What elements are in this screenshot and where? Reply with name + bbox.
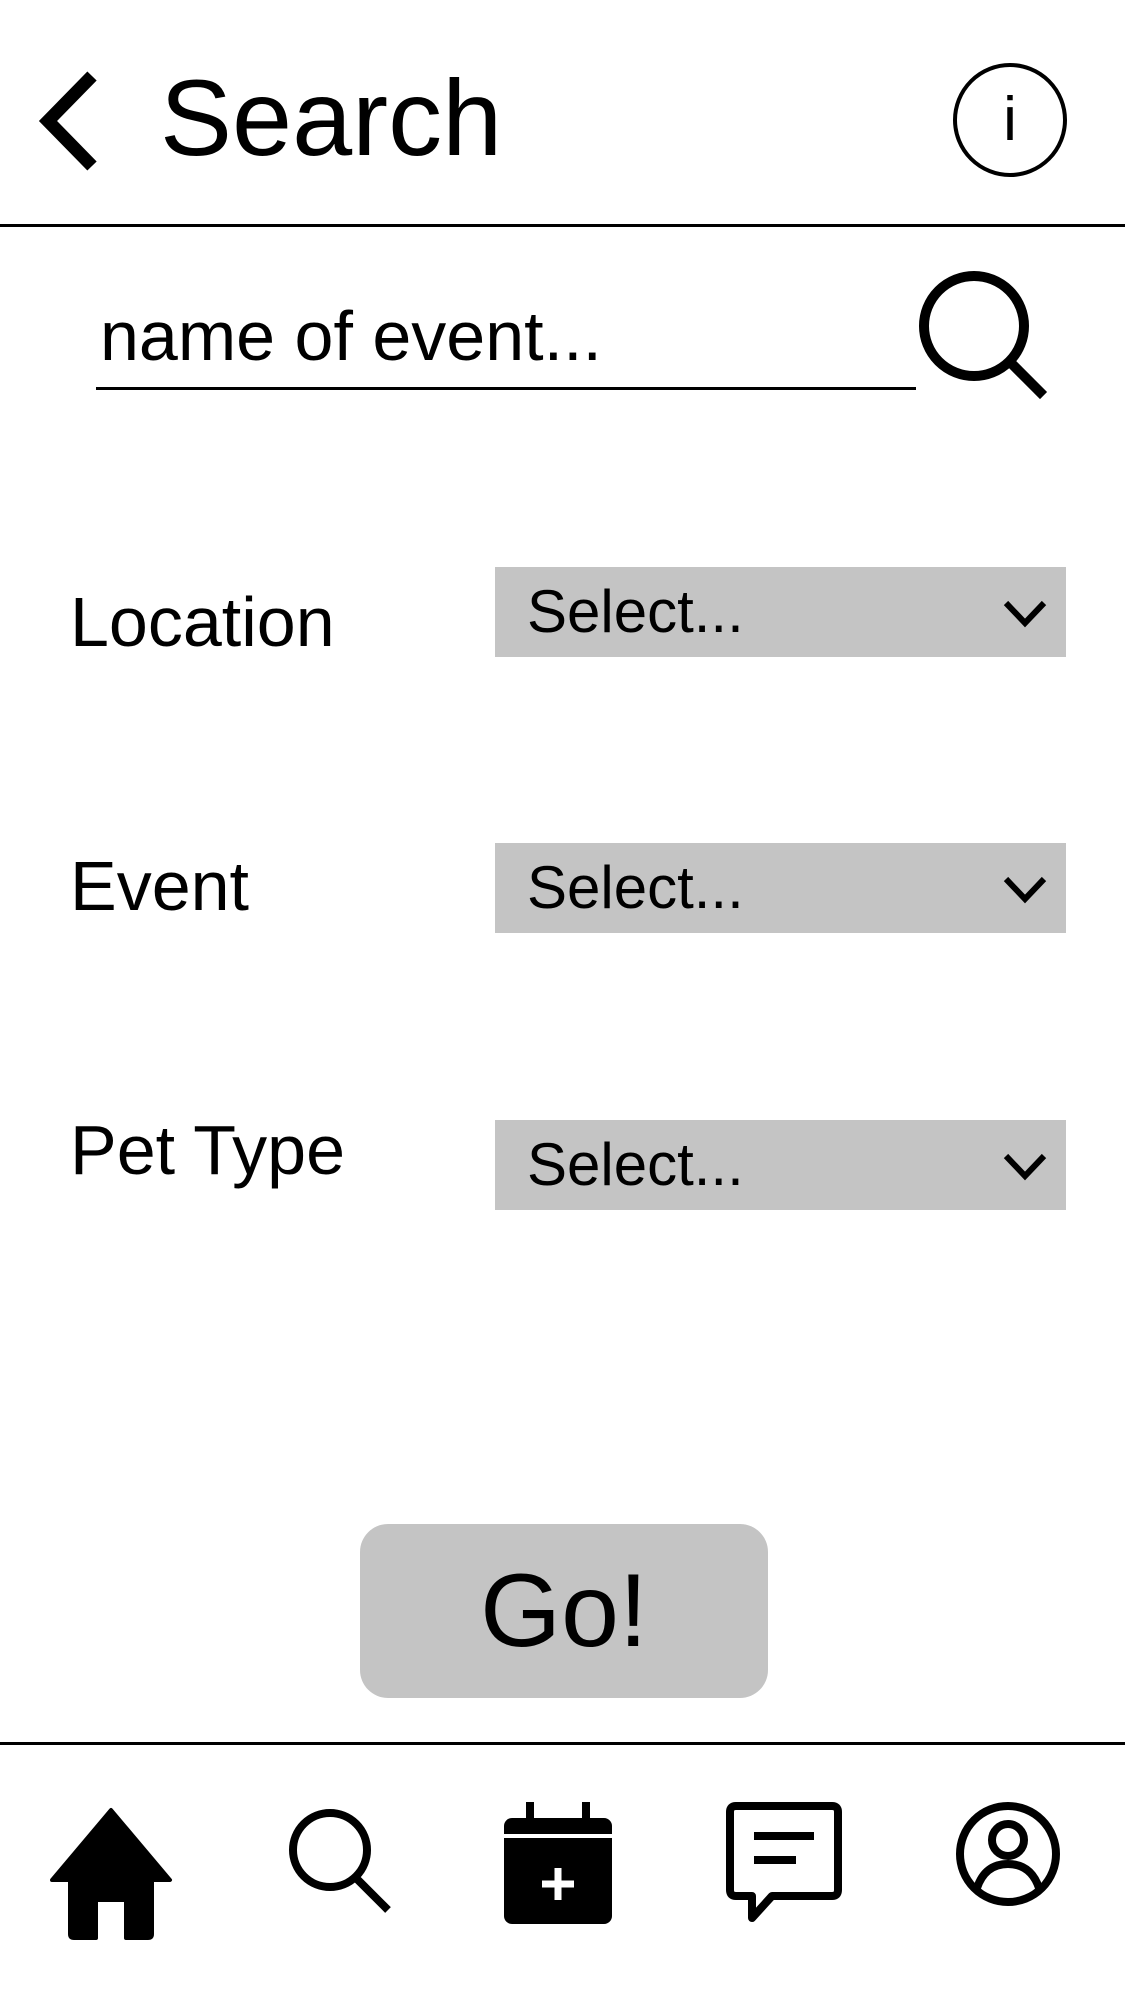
page-title: Search	[160, 57, 503, 178]
info-icon: i	[953, 63, 1067, 177]
event-select-value: Select...	[527, 854, 744, 921]
chevron-left-icon	[38, 71, 97, 171]
location-label: Location	[70, 583, 335, 661]
chevron-down-icon	[1003, 600, 1047, 628]
event-label: Event	[70, 847, 249, 925]
home-icon	[50, 1808, 172, 1940]
go-button[interactable]: Go!	[360, 1524, 768, 1698]
location-select[interactable]: Select...	[495, 567, 1066, 657]
nav-search[interactable]	[284, 1800, 394, 1935]
header-divider	[0, 224, 1125, 227]
nav-messages[interactable]	[726, 1800, 842, 1945]
go-button-label: Go!	[480, 1553, 648, 1669]
nav-profile[interactable]	[955, 1800, 1061, 1935]
chat-icon	[726, 1802, 842, 1922]
info-button[interactable]: i	[952, 62, 1068, 178]
search-icon	[919, 271, 1048, 400]
pet-type-label: Pet Type	[70, 1111, 346, 1189]
calendar-add-icon	[504, 1802, 612, 1924]
chevron-down-icon	[1003, 1153, 1047, 1181]
profile-icon	[956, 1802, 1060, 1906]
pet-type-select-value: Select...	[527, 1131, 744, 1198]
nav-home[interactable]	[46, 1800, 176, 1945]
nav-create-event[interactable]	[502, 1800, 614, 1935]
bottom-nav-divider	[0, 1742, 1125, 1745]
search-icon	[289, 1809, 391, 1913]
pet-type-select[interactable]: Select...	[495, 1120, 1066, 1210]
search-button[interactable]	[908, 262, 1048, 402]
event-select[interactable]: Select...	[495, 843, 1066, 933]
location-select-value: Select...	[527, 578, 744, 645]
chevron-down-icon	[1003, 876, 1047, 904]
back-button[interactable]	[36, 66, 106, 176]
search-input[interactable]	[96, 290, 916, 390]
svg-text:i: i	[1003, 85, 1017, 154]
